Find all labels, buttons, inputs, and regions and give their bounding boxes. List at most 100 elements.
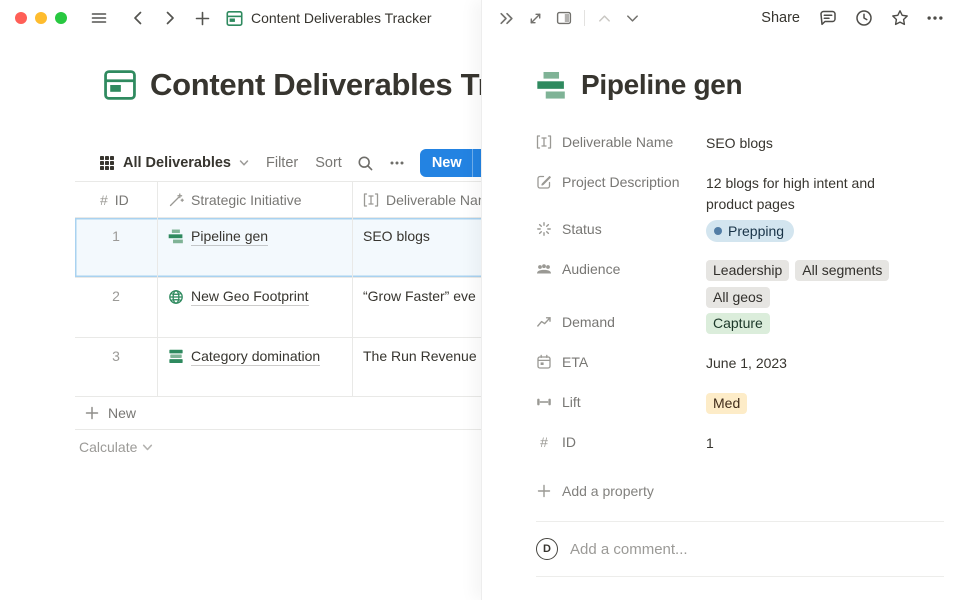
sidebar-toggle-icon[interactable] (85, 5, 113, 31)
lift-tag[interactable]: Med (706, 393, 747, 414)
property-value[interactable]: Capture (706, 313, 770, 334)
table-row-category-domination[interactable]: 3 Category domination The Run Revenue S (75, 337, 481, 397)
property-label[interactable]: ETA (536, 353, 706, 370)
property-label[interactable]: Project Description (536, 173, 706, 190)
property-label-text: Deliverable Name (562, 134, 673, 150)
property-deliverable-name: Deliverable Name SEO blogs (536, 128, 944, 168)
cell-strategic-initiative[interactable]: Category domination (158, 338, 353, 396)
panel-title-row: Pipeline gen (536, 69, 944, 101)
page-link[interactable]: Category domination (191, 348, 320, 366)
property-label[interactable]: Deliverable Name (536, 133, 706, 150)
calendar-icon (536, 354, 552, 370)
chevron-down-icon (239, 158, 249, 168)
new-button-label: New (420, 155, 472, 171)
minimize-window-button[interactable] (35, 12, 47, 24)
favorite-star-icon[interactable] (890, 8, 910, 28)
calculate-button[interactable]: Calculate (75, 430, 481, 464)
view-options-ellipsis-icon[interactable] (389, 155, 405, 171)
property-label-text: ID (562, 434, 576, 450)
text-property-icon (536, 134, 552, 150)
column-header-strategic-initiative[interactable]: Strategic Initiative (158, 182, 353, 217)
sort-button[interactable]: Sort (315, 155, 342, 171)
back-icon[interactable] (125, 5, 151, 31)
property-eta: ETA June 1, 2023 (536, 348, 944, 388)
property-value[interactable]: 1 (706, 433, 714, 454)
column-header-deliverable-name[interactable]: Deliverable Name (353, 182, 481, 217)
property-label-text: Audience (562, 261, 620, 277)
audience-tag[interactable]: All segments (795, 260, 889, 281)
property-label[interactable]: Lift (536, 393, 706, 410)
property-list: Deliverable Name SEO blogs Project Descr… (536, 128, 944, 508)
comment-input-placeholder[interactable]: Add a comment... (570, 541, 688, 558)
zoom-window-button[interactable] (55, 12, 67, 24)
property-label[interactable]: Demand (536, 313, 706, 330)
property-status: Status Prepping (536, 215, 944, 255)
cell-id[interactable]: 3 (75, 338, 158, 396)
panel-page-title[interactable]: Pipeline gen (581, 69, 742, 101)
traffic-lights (15, 12, 67, 24)
close-window-button[interactable] (15, 12, 27, 24)
cell-deliverable-name[interactable]: The Run Revenue S (353, 338, 481, 396)
side-peek-mode-icon[interactable] (553, 7, 575, 29)
property-value[interactable]: June 1, 2023 (706, 353, 787, 374)
column-label: Strategic Initiative (191, 192, 302, 208)
property-project-description: Project Description 12 blogs for high in… (536, 168, 944, 215)
search-icon[interactable] (357, 155, 374, 172)
table-row-pipeline-gen[interactable]: 1 Pipeline gen SEO blogs (75, 217, 481, 277)
plus-icon (84, 405, 100, 421)
demand-tag[interactable]: Capture (706, 313, 770, 334)
table-header: # ID Strategic Initiative Deliverable Na… (75, 182, 481, 217)
audience-tag[interactable]: All geos (706, 287, 770, 308)
history-clock-icon[interactable] (854, 8, 874, 28)
page-table-icon (226, 10, 243, 27)
previous-record-icon[interactable] (594, 8, 615, 29)
breadcrumb[interactable]: Content Deliverables Tracker (226, 10, 432, 27)
cell-id[interactable]: 1 (75, 218, 158, 277)
property-label[interactable]: Status (536, 220, 706, 237)
column-header-id[interactable]: # ID (75, 182, 158, 217)
status-badge[interactable]: Prepping (706, 220, 794, 242)
expand-page-icon[interactable] (525, 8, 546, 29)
property-value[interactable]: Prepping (706, 220, 794, 242)
new-button[interactable]: New (420, 149, 481, 177)
property-label[interactable]: Audience (536, 260, 706, 277)
property-label-text: Status (562, 221, 602, 237)
wand-icon (168, 192, 184, 208)
comment-section[interactable]: D Add a comment... (536, 521, 944, 577)
new-button-chevron-icon[interactable] (473, 158, 481, 169)
page-title[interactable]: Content Deliverables Tracker (150, 67, 481, 103)
cell-strategic-initiative[interactable]: New Geo Footprint (158, 278, 353, 337)
cell-id[interactable]: 2 (75, 278, 158, 337)
cell-deliverable-name[interactable]: “Grow Faster” eve (353, 278, 481, 337)
cell-deliverable-name[interactable]: SEO blogs (353, 218, 481, 277)
cell-strategic-initiative[interactable]: Pipeline gen (158, 218, 353, 277)
tab-all-deliverables[interactable]: All Deliverables (99, 155, 249, 171)
next-record-icon[interactable] (622, 8, 643, 29)
page-link[interactable]: Pipeline gen (191, 228, 268, 246)
table-new-row-button[interactable]: New (75, 397, 481, 430)
share-button[interactable]: Share (761, 10, 800, 26)
property-value[interactable]: Leadership All segments All geos (706, 260, 906, 308)
more-options-ellipsis-icon[interactable] (926, 9, 944, 27)
hash-icon: # (100, 192, 108, 208)
audience-tag[interactable]: Leadership (706, 260, 789, 281)
filter-button[interactable]: Filter (266, 155, 298, 171)
property-label[interactable]: # ID (536, 433, 706, 450)
bar-chart-icon[interactable] (536, 71, 567, 100)
close-peek-icon[interactable] (495, 7, 518, 30)
table-view-icon (99, 155, 115, 171)
page-table-icon[interactable] (103, 68, 137, 102)
avatar: D (536, 538, 558, 560)
property-value[interactable]: SEO blogs (706, 133, 773, 154)
globe-icon (168, 289, 184, 305)
page-link[interactable]: New Geo Footprint (191, 288, 309, 306)
new-tab-icon[interactable] (189, 5, 216, 31)
property-value[interactable]: 12 blogs for high intent and product pag… (706, 173, 906, 215)
hash-icon: # (536, 434, 552, 450)
forward-icon[interactable] (157, 5, 183, 31)
table-row-new-geo-footprint[interactable]: 2 New Geo Footprint “Grow Faster” eve (75, 277, 481, 337)
comments-icon[interactable] (818, 8, 838, 28)
property-value[interactable]: Med (706, 393, 747, 414)
add-property-button[interactable]: Add a property (536, 468, 944, 508)
topbar-divider (584, 10, 585, 26)
